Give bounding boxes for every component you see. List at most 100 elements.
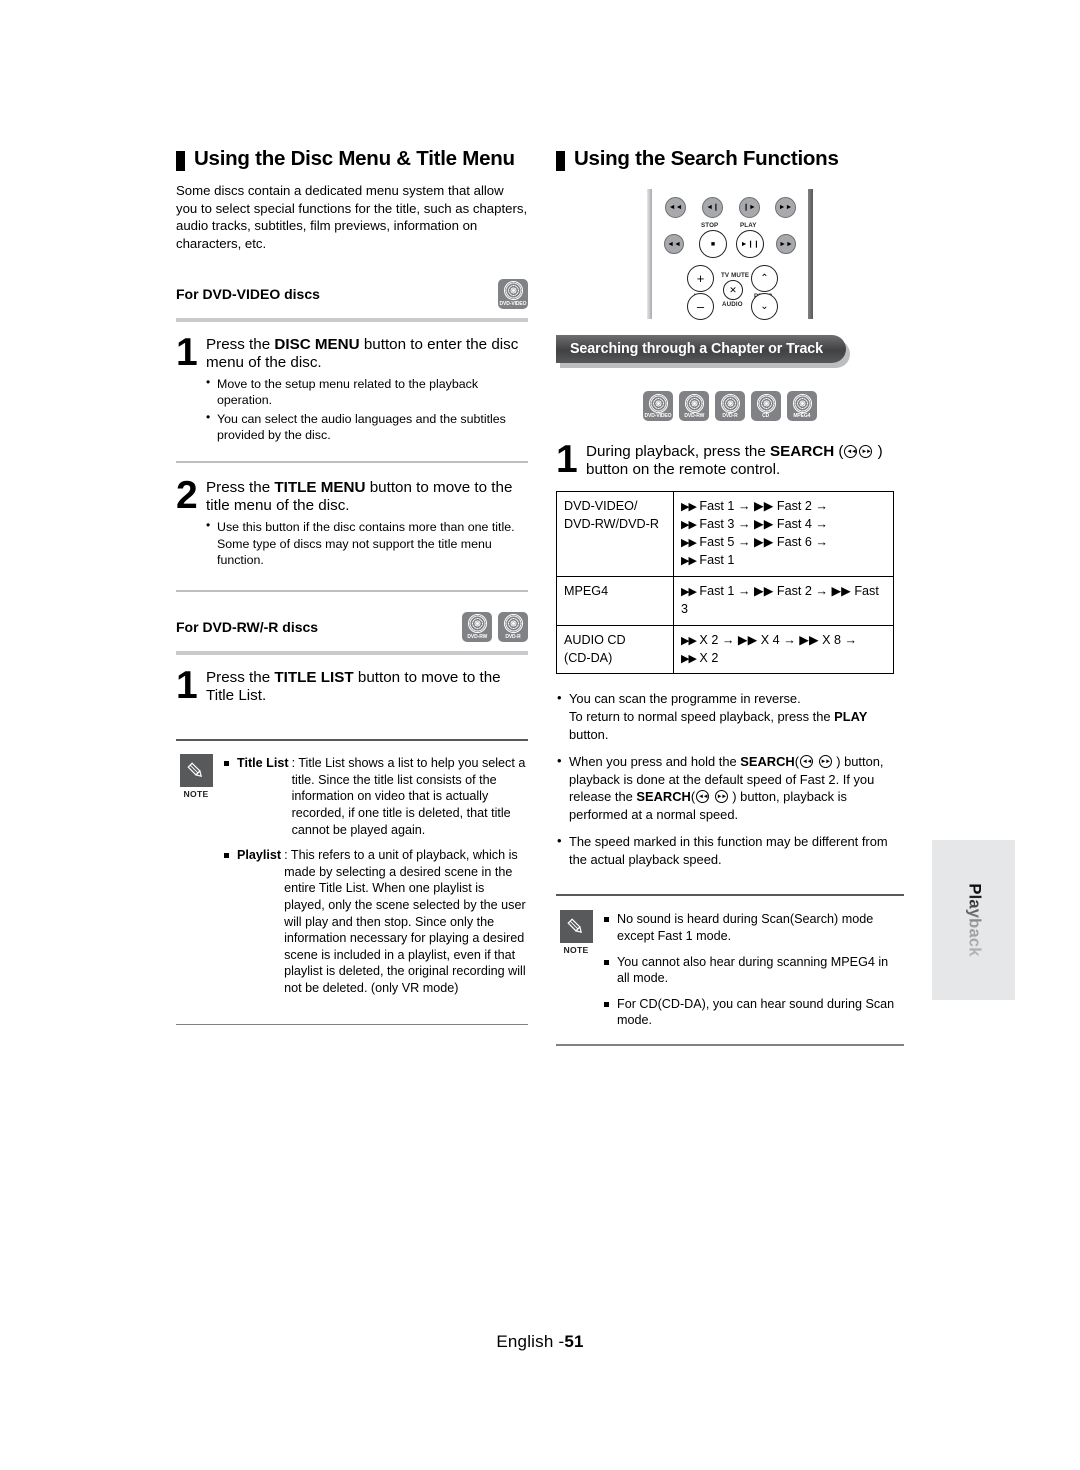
disc-icon-caption: MPEG4: [793, 413, 811, 420]
note-item: Title List : Title List shows a list to …: [224, 755, 528, 838]
divider-thin: [176, 461, 528, 463]
disc-icon-caption: DVD-RW: [684, 413, 704, 420]
disc-glyph-icon: [684, 393, 704, 413]
table-cell-value: ▶▶ Fast 1 → ▶▶ Fast 2 → ▶▶ Fast 3: [673, 575, 894, 626]
stop-button-icon[interactable]: ■: [699, 230, 727, 258]
remote-label-audio: AUDIO: [722, 301, 743, 308]
note-item-definition: : Title List shows a list to help you se…: [291, 756, 526, 837]
disc-glyph-icon: [503, 614, 523, 634]
dvd-rw-disc-icon: DVD-RW: [679, 391, 709, 421]
rewind-icon: ◄◄: [664, 234, 684, 254]
dvd-video-disc-icon: DVD-VIDEO: [643, 391, 673, 421]
list-item: You can select the audio languages and t…: [206, 410, 528, 444]
remote-label-play: PLAY: [740, 222, 757, 229]
note-badge: NOTE: [556, 910, 596, 955]
divider-bottom: [176, 1023, 528, 1026]
step-lead-text: Press the TITLE MENU button to move to t…: [206, 478, 513, 515]
volume-down-icon: –: [687, 293, 714, 320]
disc-icon-caption: DVD-VIDEO: [644, 413, 672, 420]
list-item: Use this button if the disc contains mor…: [206, 518, 528, 568]
remote-body-right-edge: [808, 189, 813, 319]
note-item-term: Playlist: [237, 848, 282, 863]
step-number: 1: [556, 438, 578, 481]
note-badge-label: NOTE: [183, 789, 209, 800]
remote-control-diagram: ◄◄ ◄❙ ❙► ►► STOP PLAY ◄◄ ■ ►❙❙ ►► + VOL …: [556, 189, 904, 320]
table-cell-key: AUDIO CD (CD-DA): [556, 624, 674, 675]
square-bullet-icon: [604, 917, 609, 923]
prog-up-icon: ⌃: [751, 265, 778, 292]
search-reverse-icon: ◄◄: [800, 755, 814, 769]
remote-label-tv-mute: TV MUTE: [721, 272, 750, 279]
dvd-rw-disc-icon: DVD-RW: [462, 611, 492, 642]
disc-icon-caption: DVD-RW: [467, 633, 487, 640]
note-item: No sound is heard during Scan(Search) mo…: [604, 911, 904, 944]
step-bullet-list: Move to the setup menu related to the pl…: [206, 375, 528, 444]
search-reverse-icon: ◄◄: [696, 790, 710, 804]
square-bullet-icon: [224, 761, 229, 767]
disc-glyph-icon: [792, 393, 812, 413]
list-item: The speed marked in this function may be…: [556, 832, 904, 868]
disc-icon-caption: CD: [762, 413, 770, 420]
disc-icon-caption: DVD-R: [505, 633, 521, 640]
note-item-text: No sound is heard during Scan(Search) mo…: [617, 912, 874, 943]
cd-disc-icon: CD: [751, 391, 781, 421]
banner-text: Searching through a Chapter or Track: [570, 341, 824, 357]
banner-fill: Searching through a Chapter or Track: [556, 335, 846, 363]
note-item: You cannot also hear during scanning MPE…: [604, 954, 904, 987]
heading-bar-icon: [176, 151, 185, 171]
step-lead-text: During playback, press the SEARCH (◄◄ ►► …: [586, 443, 883, 479]
dvd-video-disc-icon: DVD-VIDEO: [498, 278, 528, 309]
note-item-text: For CD(CD-DA), you can hear sound during…: [617, 996, 895, 1028]
table-row: DVD-VIDEO/DVD-RW/DVD-R ▶▶ Fast 1 → ▶▶ Fa…: [556, 491, 894, 577]
note-item-definition: : This refers to a unit of playback, whi…: [284, 848, 526, 996]
table-cell-key: DVD-VIDEO/DVD-RW/DVD-R: [556, 491, 674, 577]
page-number: English -51: [496, 1332, 584, 1351]
step-back-icon: ◄❙: [702, 197, 723, 218]
subhead-dvd-video: For DVD-VIDEO discs DVD-VIDEO: [176, 278, 528, 309]
heading-bar-icon: [556, 151, 565, 171]
step-search: 1 During playback, press the SEARCH (◄◄ ►…: [556, 438, 904, 481]
disc-icon-caption: DVD-VIDEO: [499, 300, 527, 307]
step-number: 1: [176, 330, 198, 374]
table-row: AUDIO CD (CD-DA) ▶▶ X 2 → ▶▶ X 4 → ▶▶ X 8…: [556, 624, 894, 675]
list-item: Move to the setup menu related to the pl…: [206, 375, 528, 409]
subhead-dvd-rw: For DVD-RW/-R discs DVD-RW DVD-R: [176, 611, 528, 642]
pencil-icon: [559, 910, 593, 944]
prog-down-icon: ⌄: [751, 293, 778, 320]
table-cell-value: ▶▶ X 2 → ▶▶ X 4 → ▶▶ X 8 → ▶▶ X 2: [673, 624, 894, 675]
disc-icon-set-dvd-video: DVD-VIDEO: [498, 278, 528, 309]
square-bullet-icon: [604, 1001, 609, 1007]
disc-icon-row: DVD-VIDEO DVD-RW DVD-R CD MPEG4: [556, 391, 904, 421]
step-lead-text: Press the DISC MENU button to enter the …: [206, 335, 519, 371]
dvd-r-disc-icon: DVD-R: [715, 391, 745, 421]
step-forward-icon: ❙►: [739, 197, 760, 218]
left-intro-paragraph: Some discs contain a dedicated menu syst…: [176, 183, 528, 252]
disc-icon-set-dvd-rw: DVD-RW DVD-R: [462, 611, 528, 642]
note-item: Playlist : This refers to a unit of play…: [224, 847, 528, 996]
note-item-text: You cannot also hear during scanning MPE…: [617, 954, 889, 986]
list-item: When you press and hold the SEARCH(◄◄ ►►…: [556, 752, 904, 823]
step-number: 1: [176, 663, 198, 707]
search-speed-table: DVD-VIDEO/DVD-RW/DVD-R ▶▶ Fast 1 → ▶▶ Fa…: [556, 491, 894, 675]
manual-page: Playback Using the Disc Menu & Title Men…: [0, 0, 1080, 1470]
disc-glyph-icon: [720, 393, 740, 413]
step-title-list: 1 Press the TITLE LIST button to move to…: [176, 663, 528, 707]
skip-forward-icon: ►►: [775, 197, 796, 218]
play-pause-icon[interactable]: ►❙❙: [736, 230, 764, 258]
left-heading-text: Using the Disc Menu & Title Menu: [194, 147, 515, 170]
side-tab-label: Playback: [965, 883, 983, 957]
note-block-left: NOTE Title List : Title List shows a lis…: [176, 754, 528, 1006]
table-row: MPEG4 ▶▶ Fast 1 → ▶▶ Fast 2 → ▶▶ Fast 3: [556, 575, 894, 626]
page-footer: English -51: [0, 1332, 1080, 1352]
left-column: Using the Disc Menu & Title Menu Some di…: [176, 147, 528, 1026]
volume-up-icon: +: [687, 265, 714, 292]
table-cell-key: MPEG4: [556, 575, 674, 626]
step-disc-menu: 1 Press the DISC MENU button to enter th…: [176, 330, 528, 445]
search-forward-icon: ►►: [859, 445, 873, 458]
disc-glyph-icon: [648, 393, 668, 413]
dvd-r-disc-icon: DVD-R: [498, 611, 528, 642]
step-lead-text: Press the TITLE LIST button to move to t…: [206, 668, 501, 704]
note-item-list: Title List : Title List shows a list to …: [224, 755, 528, 1006]
note-item-list: No sound is heard during Scan(Search) mo…: [604, 911, 904, 1038]
divider-bottom: [556, 1044, 904, 1046]
